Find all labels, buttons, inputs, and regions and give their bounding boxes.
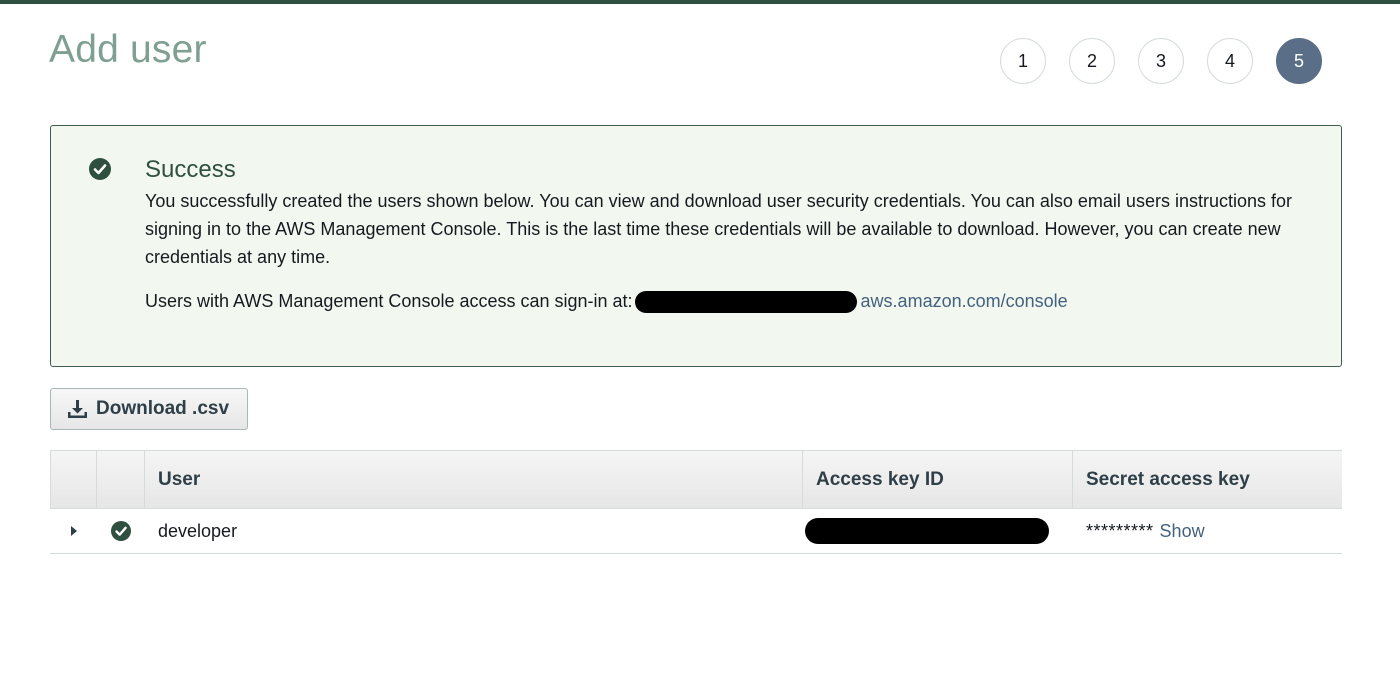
- step-2[interactable]: 2: [1069, 38, 1115, 84]
- check-circle-icon: [89, 158, 111, 180]
- caret-right-icon[interactable]: [69, 525, 79, 537]
- step-4[interactable]: 4: [1207, 38, 1253, 84]
- wizard-steps: 1 2 3 4 5: [1000, 38, 1322, 86]
- redaction-mark: [634, 291, 857, 314]
- users-table: User Access key ID Secret access key dev…: [50, 450, 1342, 554]
- success-alert: Success You successfully created the use…: [50, 125, 1342, 367]
- step-5[interactable]: 5: [1276, 38, 1322, 84]
- table-row: developer ********* Show: [50, 509, 1342, 554]
- signin-link[interactable]: aws.amazon.com/console: [861, 291, 1068, 311]
- check-circle-icon: [111, 521, 131, 541]
- row-secret-access-key: ********* Show: [1073, 509, 1342, 553]
- signin-prefix: Users with AWS Management Console access…: [145, 291, 633, 311]
- signin-line: Users with AWS Management Console access…: [145, 291, 1068, 314]
- top-accent-bar: [0, 0, 1400, 4]
- redaction-mark: [805, 518, 1049, 544]
- step-1[interactable]: 1: [1000, 38, 1046, 84]
- row-access-key-id: [803, 509, 1073, 553]
- alert-title: Success: [145, 156, 236, 183]
- step-3[interactable]: 3: [1138, 38, 1184, 84]
- header-secret-access-key[interactable]: Secret access key: [1073, 451, 1342, 508]
- download-csv-label: Download .csv: [96, 398, 230, 419]
- row-expand-cell: [50, 509, 97, 553]
- header-expand-col: [50, 451, 97, 508]
- secret-mask: *********: [1086, 520, 1154, 541]
- page-title: Add user: [49, 28, 207, 71]
- header-status-col: [97, 451, 145, 508]
- row-user: developer: [158, 520, 238, 541]
- header-user[interactable]: User: [145, 451, 803, 508]
- table-header: User Access key ID Secret access key: [50, 450, 1342, 509]
- header-access-key-id[interactable]: Access key ID: [803, 451, 1073, 508]
- download-csv-button[interactable]: Download .csv: [50, 388, 248, 430]
- download-icon: [68, 399, 87, 418]
- show-secret-link[interactable]: Show: [1160, 521, 1205, 542]
- row-status-cell: [97, 509, 145, 553]
- alert-message: You successfully created the users shown…: [145, 191, 1292, 267]
